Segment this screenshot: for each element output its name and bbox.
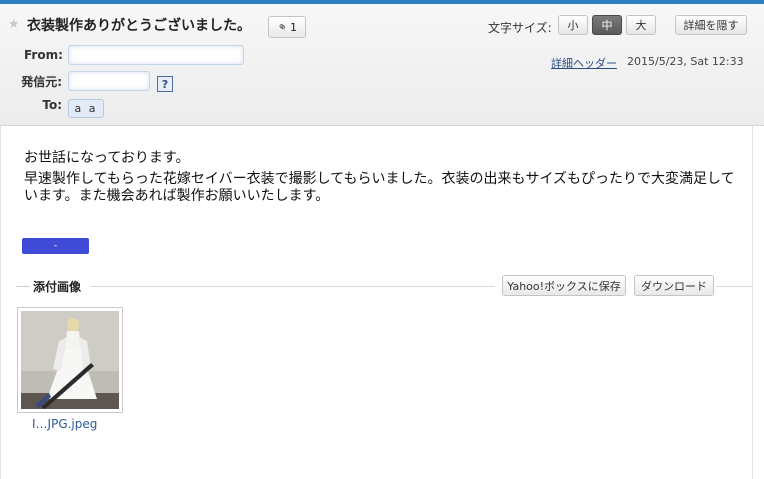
sender-help-button[interactable]: ? (157, 76, 173, 92)
message-header: ★ 衣装製作ありがとうございました。 ⚭ 1 文字サイズ: 小 中 大 詳細を隠… (0, 4, 764, 126)
font-size-medium-button[interactable]: 中 (592, 15, 622, 35)
font-size-small-button[interactable]: 小 (558, 15, 588, 35)
paperclip-icon: ⚭ (273, 18, 291, 36)
attachment-thumbnail[interactable] (17, 307, 123, 413)
from-label: From: (24, 48, 63, 62)
message-date: 2015/5/23, Sat 12:33 (627, 55, 744, 68)
attachments-divider (90, 286, 495, 287)
download-button[interactable]: ダウンロード (634, 275, 714, 296)
attachment-count-badge[interactable]: ⚭ 1 (268, 16, 306, 38)
to-recipient-chip[interactable]: a a (68, 99, 104, 118)
right-border (752, 126, 753, 479)
sender-address-redacted[interactable] (68, 71, 150, 91)
font-size-large-button[interactable]: 大 (626, 15, 656, 35)
attachments-divider-left (16, 286, 30, 287)
left-border (0, 126, 1, 479)
attachment-count: 1 (290, 20, 298, 34)
to-label: To: (42, 98, 62, 112)
attachments-title: 添付画像 (33, 280, 82, 294)
body-paragraph: 早速製作してもらった花嫁セイバー衣装で撮影してもらいました。衣装の出来もサイズも… (24, 171, 735, 204)
body-greeting: お世話になっております。 (24, 150, 190, 166)
attachments-divider-right (716, 286, 752, 287)
message-body: お世話になっております。 早速製作してもらった花嫁セイバー衣装で撮影してもらいま… (24, 150, 744, 209)
sender-label: 発信元: (21, 75, 62, 89)
star-icon[interactable]: ★ (8, 17, 20, 32)
detail-header-link[interactable]: 詳細ヘッダー (551, 55, 617, 71)
from-address-redacted[interactable] (68, 45, 244, 65)
message-subject: 衣装製作ありがとうございました。 (27, 18, 251, 34)
attachment-file-link[interactable]: I…JPG.jpeg (32, 417, 97, 431)
signature-redacted: - (22, 238, 89, 254)
photo-image (21, 311, 119, 409)
save-to-box-button[interactable]: Yahoo!ボックスに保存 (502, 275, 626, 296)
font-size-label: 文字サイズ: (488, 21, 552, 35)
hide-details-button[interactable]: 詳細を隠す (675, 15, 747, 35)
